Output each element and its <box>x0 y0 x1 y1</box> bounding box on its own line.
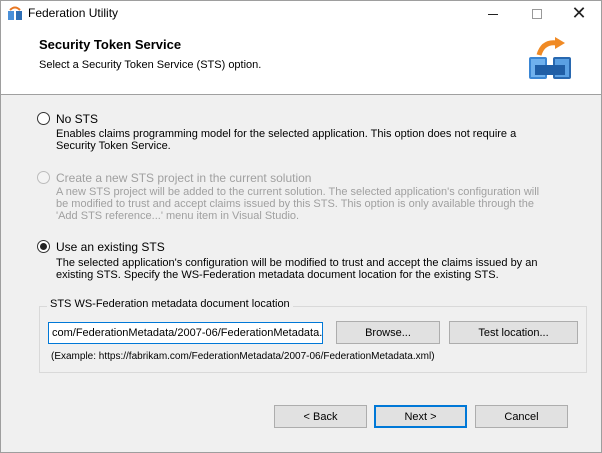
metadata-example-text: (Example: https://fabrikam.com/Federatio… <box>51 351 435 362</box>
cancel-button[interactable]: Cancel <box>475 405 568 428</box>
no-sts-radio[interactable] <box>37 112 50 125</box>
create-sts-radio[interactable] <box>37 171 50 184</box>
page-title: Security Token Service <box>39 37 182 52</box>
maximize-icon <box>532 9 542 19</box>
create-sts-description: A new STS project will be added to the c… <box>56 186 540 222</box>
existing-sts-description: The selected application's configuration… <box>56 257 538 281</box>
existing-sts-label[interactable]: Use an existing STS <box>56 240 165 254</box>
browse-button[interactable]: Browse... <box>336 321 440 344</box>
federation-icon <box>529 37 571 79</box>
federation-utility-window: Federation Utility ✕ Security Token Serv… <box>0 0 602 453</box>
title-bar: Federation Utility ✕ <box>1 1 601 27</box>
metadata-location-input[interactable]: com/FederationMetadata/2007-06/Federatio… <box>48 322 323 344</box>
next-button[interactable]: Next > <box>374 405 467 428</box>
window-title: Federation Utility <box>28 6 119 20</box>
back-button[interactable]: < Back <box>274 405 367 428</box>
wizard-header: Security Token Service Select a Security… <box>1 27 601 95</box>
close-icon: ✕ <box>571 3 587 24</box>
minimize-icon <box>488 13 498 15</box>
metadata-group-label: STS WS-Federation metadata document loca… <box>47 298 293 310</box>
create-sts-label[interactable]: Create a new STS project in the current … <box>56 171 311 185</box>
no-sts-description: Enables claims programming model for the… <box>56 128 517 152</box>
close-button[interactable]: ✕ <box>557 1 601 27</box>
page-subtitle: Select a Security Token Service (STS) op… <box>39 59 262 71</box>
no-sts-label[interactable]: No STS <box>56 112 98 126</box>
minimize-button[interactable] <box>471 1 515 27</box>
maximize-button[interactable] <box>515 1 559 27</box>
test-location-button[interactable]: Test location... <box>449 321 578 344</box>
app-icon <box>8 6 22 20</box>
existing-sts-radio[interactable] <box>37 240 50 253</box>
metadata-location-value: com/FederationMetadata/2007-06/Federatio… <box>52 327 323 339</box>
